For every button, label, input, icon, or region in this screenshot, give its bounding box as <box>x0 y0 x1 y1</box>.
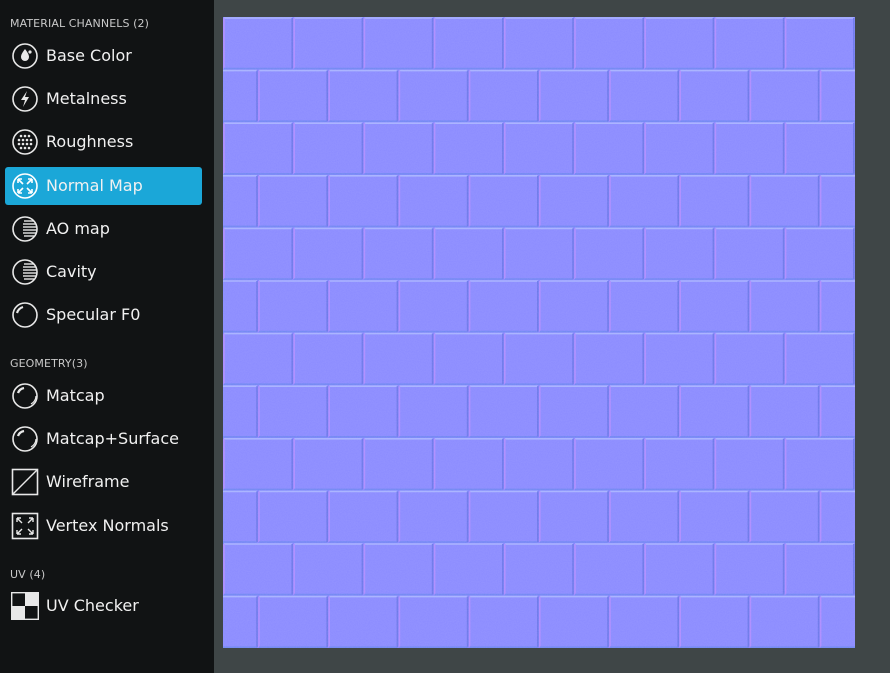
normal-map-arrows-icon <box>11 172 39 200</box>
sidebar-item-label: Wireframe <box>46 472 130 491</box>
sidebar-item-label: Matcap <box>46 386 105 405</box>
sidebar-item-label: Roughness <box>46 132 134 151</box>
cavity-stripes-icon <box>11 258 39 286</box>
sidebar-item-matcap-surface[interactable]: Matcap+Surface <box>5 420 202 458</box>
uv-checker-icon <box>11 592 39 620</box>
sidebar-item-label: Specular F0 <box>46 305 141 324</box>
matcap-surface-sphere-icon <box>11 425 39 453</box>
sidebar-item-matcap[interactable]: Matcap <box>5 377 202 415</box>
section-title-geometry: GEOMETRY(3) <box>10 357 88 370</box>
sidebar-item-ao-map[interactable]: AO map <box>5 210 202 248</box>
channel-sidebar: MATERIAL CHANNELS (2) Base Color Metalne… <box>0 0 214 673</box>
section-title-uv: UV (4) <box>10 568 46 581</box>
metalness-bolt-icon <box>11 85 39 113</box>
sidebar-item-label: AO map <box>46 219 110 238</box>
sidebar-item-label: UV Checker <box>46 596 139 615</box>
roughness-dots-icon <box>11 128 39 156</box>
sidebar-item-label: Matcap+Surface <box>46 429 179 448</box>
specular-sphere-icon <box>11 301 39 329</box>
preview-viewport[interactable] <box>214 0 890 673</box>
wireframe-icon <box>11 468 39 496</box>
sidebar-item-cavity[interactable]: Cavity <box>5 253 202 291</box>
vertex-normals-icon <box>11 512 39 540</box>
sidebar-item-label: Normal Map <box>46 176 143 195</box>
sidebar-item-metalness[interactable]: Metalness <box>5 80 202 118</box>
normal-map-texture-preview[interactable] <box>223 17 855 648</box>
sidebar-item-roughness[interactable]: Roughness <box>5 123 202 161</box>
sidebar-item-label: Cavity <box>46 262 97 281</box>
sidebar-item-label: Metalness <box>46 89 127 108</box>
base-color-drop-icon <box>11 42 39 70</box>
sidebar-item-wireframe[interactable]: Wireframe <box>5 463 202 501</box>
sidebar-item-uv-checker[interactable]: UV Checker <box>5 587 202 625</box>
sidebar-item-normal-map[interactable]: Normal Map <box>5 167 202 205</box>
sidebar-item-base-color[interactable]: Base Color <box>5 37 202 75</box>
section-title-material-channels: MATERIAL CHANNELS (2) <box>10 17 150 30</box>
app-window: MATERIAL CHANNELS (2) Base Color Metalne… <box>0 0 890 673</box>
matcap-sphere-icon <box>11 382 39 410</box>
sidebar-item-specular-f0[interactable]: Specular F0 <box>5 296 202 334</box>
ao-map-stripes-icon <box>11 215 39 243</box>
sidebar-item-label: Base Color <box>46 46 132 65</box>
sidebar-item-label: Vertex Normals <box>46 516 169 535</box>
sidebar-item-vertex-normals[interactable]: Vertex Normals <box>5 507 202 545</box>
